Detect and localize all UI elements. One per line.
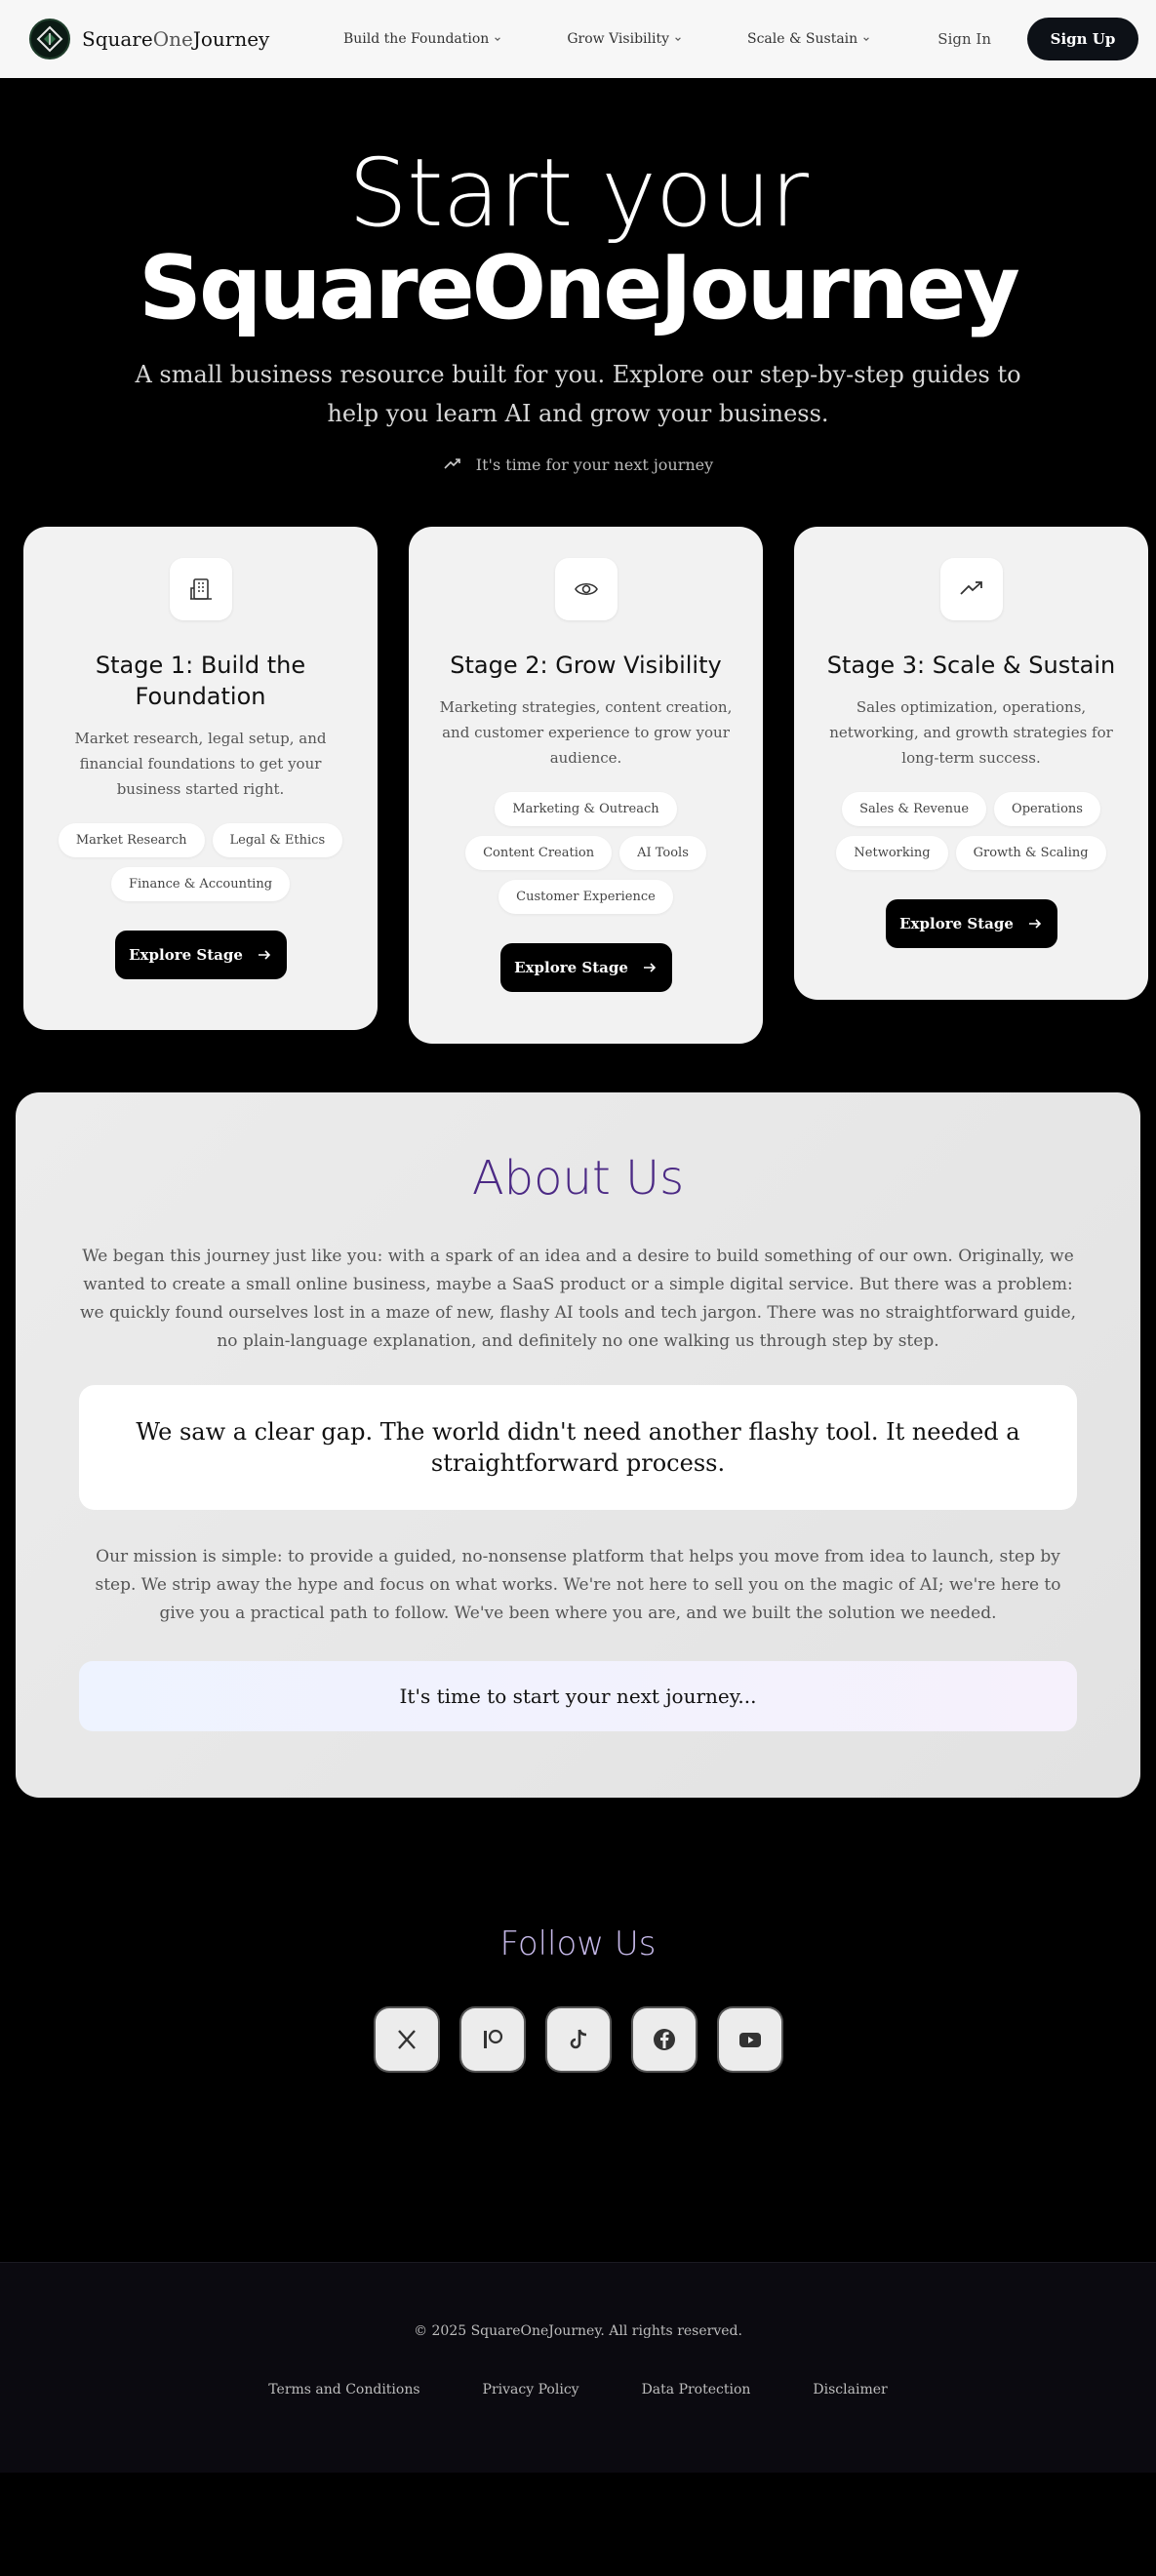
tag-chip[interactable]: Growth & Scaling — [955, 836, 1106, 870]
tiktok-icon[interactable] — [546, 2008, 610, 2071]
chevron-down-icon — [863, 37, 869, 41]
about-paragraph-2: Our mission is simple: to provide a guid… — [95, 1547, 1061, 1623]
stage-description: Market research, legal setup, and financ… — [74, 730, 327, 798]
trending-up-icon — [444, 458, 460, 469]
about-section: About Us We began this journey just like… — [16, 1092, 1140, 1798]
youtube-icon[interactable] — [718, 2008, 781, 2071]
chevron-down-icon — [495, 37, 501, 41]
footer-links: Terms and Conditions Privacy Policy Data… — [0, 2382, 1156, 2398]
footer: © 2025 SquareOneJourney. All rights rese… — [0, 2262, 1156, 2473]
tag-chip[interactable]: Sales & Revenue — [842, 792, 987, 826]
explore-stage-label: Explore Stage — [899, 915, 1014, 932]
tag-chip[interactable]: Legal & Ethics — [212, 823, 343, 857]
about-paragraph-1: We began this journey just like you: wit… — [79, 1247, 1077, 1351]
patreon-icon[interactable] — [460, 2008, 524, 2071]
hero-tagline-text: It's time for your next journey — [475, 455, 714, 474]
brand-name: SquareOneJourney — [82, 27, 269, 51]
stage-card-1: Stage 1: Build the Foundation Market res… — [23, 527, 378, 1030]
tag-chip[interactable]: Customer Experience — [498, 880, 673, 914]
hero-tagline: It's time for your next journey — [0, 455, 1156, 474]
trending-up-icon — [939, 558, 1003, 620]
nav-link-label: Build the Foundation — [343, 31, 490, 47]
sign-up-button[interactable]: Sign Up — [1027, 18, 1138, 60]
tag-chip[interactable]: Marketing & Outreach — [495, 792, 677, 826]
arrow-right-icon — [1028, 919, 1042, 929]
explore-stage-label: Explore Stage — [129, 946, 243, 964]
tag-chip[interactable]: Content Creation — [465, 836, 613, 870]
nav-link-build-foundation[interactable]: Build the Foundation — [343, 31, 501, 47]
footer-link-disclaimer[interactable]: Disclaimer — [813, 2382, 887, 2398]
footer-link-privacy[interactable]: Privacy Policy — [483, 2382, 579, 2398]
nav-link-label: Grow Visibility — [567, 31, 669, 47]
stage-card-2: Stage 2: Grow Visibility Marketing strat… — [409, 527, 763, 1044]
arrow-right-icon — [258, 950, 271, 960]
nav-links: Build the Foundation Grow Visibility Sca… — [343, 31, 870, 47]
stage-tags: Market Research Legal & Ethics Finance &… — [53, 823, 348, 901]
hero-title-line2: SquareOneJourney — [139, 237, 1020, 339]
explore-stage-button[interactable]: Explore Stage — [885, 899, 1057, 948]
nav-link-scale-sustain[interactable]: Scale & Sustain — [747, 31, 870, 47]
stage-tags: Sales & Revenue Operations Networking Gr… — [823, 792, 1119, 870]
brand[interactable]: SquareOneJourney — [29, 19, 269, 59]
hero-subtitle: A small business resource built for you.… — [135, 361, 1021, 427]
brand-part1: Square — [82, 27, 153, 51]
tag-chip[interactable]: Market Research — [58, 823, 205, 857]
brand-part2: One — [152, 27, 193, 51]
stage-description: Marketing strategies, content creation, … — [439, 698, 733, 767]
follow-title: Follow Us — [499, 1924, 657, 1963]
stage-tags: Marketing & Outreach Content Creation AI… — [438, 792, 734, 914]
stage-card-3: Stage 3: Scale & Sustain Sales optimizat… — [794, 527, 1148, 1000]
sign-in-link[interactable]: Sign In — [937, 30, 991, 48]
footer-link-data-protection[interactable]: Data Protection — [642, 2382, 751, 2398]
tag-chip[interactable]: Operations — [994, 792, 1100, 826]
building-icon — [169, 558, 232, 620]
arrow-right-icon — [643, 963, 657, 972]
copyright: © 2025 SquareOneJourney. All rights rese… — [414, 2323, 742, 2339]
hero-title-line1: Start your — [348, 139, 809, 248]
top-nav: SquareOneJourney Build the Foundation Gr… — [0, 0, 1156, 78]
nav-actions: Sign In Sign Up — [937, 18, 1138, 60]
explore-stage-button[interactable]: Explore Stage — [499, 943, 672, 992]
facebook-icon[interactable] — [632, 2008, 696, 2071]
hero: Start your SquareOneJourney A small busi… — [0, 78, 1156, 474]
explore-stage-label: Explore Stage — [514, 959, 628, 976]
about-cta-banner: It's time to start your next journey... — [79, 1661, 1077, 1731]
logo-icon — [29, 19, 70, 59]
tag-chip[interactable]: Finance & Accounting — [110, 867, 291, 901]
tag-chip[interactable]: Networking — [836, 836, 948, 870]
about-title: About Us — [471, 1151, 685, 1206]
explore-stage-button[interactable]: Explore Stage — [114, 931, 287, 979]
stages-section: Stage 1: Build the Foundation Market res… — [0, 527, 1156, 1092]
social-links — [0, 2008, 1156, 2071]
eye-icon — [554, 558, 618, 620]
brand-part3: Journey — [192, 27, 270, 51]
about-quote: We saw a clear gap. The world didn't nee… — [79, 1385, 1077, 1510]
chevron-down-icon — [675, 37, 681, 41]
stage-description: Sales optimization, operations, networki… — [829, 698, 1113, 767]
nav-link-grow-visibility[interactable]: Grow Visibility — [567, 31, 682, 47]
stage-title: Stage 1: Build the Foundation — [95, 652, 306, 710]
x-icon[interactable] — [375, 2008, 438, 2071]
footer-link-terms[interactable]: Terms and Conditions — [268, 2382, 419, 2398]
stage-title: Stage 3: Scale & Sustain — [826, 652, 1116, 679]
nav-link-label: Scale & Sustain — [747, 31, 858, 47]
follow-section: Follow Us — [0, 1798, 1156, 2262]
tag-chip[interactable]: AI Tools — [619, 836, 706, 870]
stage-title: Stage 2: Grow Visibility — [450, 652, 722, 679]
